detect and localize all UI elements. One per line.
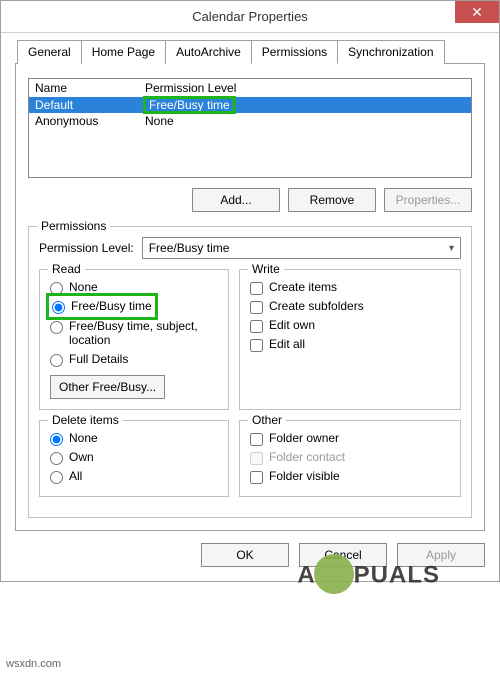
checkbox-icon[interactable] bbox=[250, 433, 263, 446]
tab-general[interactable]: General bbox=[17, 40, 82, 64]
add-button[interactable]: Add... bbox=[192, 188, 280, 212]
delete-other-groups: Delete items None Own All bbox=[39, 420, 461, 497]
checkbox-icon[interactable] bbox=[250, 320, 263, 333]
permissions-fieldset: Permissions Permission Level: Free/Busy … bbox=[28, 226, 472, 518]
list-header: Name Permission Level bbox=[29, 79, 471, 97]
header-name: Name bbox=[35, 81, 145, 95]
write-create-items-check[interactable]: Create items bbox=[250, 278, 450, 297]
dialog-buttons: OK Cancel Apply bbox=[15, 543, 485, 567]
other-folder-owner-check[interactable]: Folder owner bbox=[250, 429, 450, 448]
radio-icon[interactable] bbox=[50, 452, 63, 465]
highlight-freebusy: Free/Busy time bbox=[50, 297, 154, 316]
delete-own-radio[interactable]: Own bbox=[50, 448, 218, 467]
cancel-button[interactable]: Cancel bbox=[299, 543, 387, 567]
radio-icon[interactable] bbox=[50, 471, 63, 484]
other-folder-visible-check[interactable]: Folder visible bbox=[250, 467, 450, 486]
write-group: Write Create items Create subfolders Edi… bbox=[239, 269, 461, 410]
permission-level-dropdown[interactable]: Free/Busy time ▾ bbox=[142, 237, 461, 259]
remove-button[interactable]: Remove bbox=[288, 188, 376, 212]
delete-group: Delete items None Own All bbox=[39, 420, 229, 497]
delete-legend: Delete items bbox=[48, 413, 123, 427]
read-freebusy-subject-radio[interactable]: Free/Busy time, subject, location bbox=[50, 317, 218, 350]
write-create-subfolders-check[interactable]: Create subfolders bbox=[250, 297, 450, 316]
other-group: Other Folder owner Folder contact Folder… bbox=[239, 420, 461, 497]
permission-level-row: Permission Level: Free/Busy time ▾ bbox=[39, 237, 461, 259]
dialog-content: General Home Page AutoArchive Permission… bbox=[1, 33, 499, 581]
read-freebusy-radio[interactable]: Free/Busy time bbox=[52, 297, 152, 316]
other-legend: Other bbox=[248, 413, 286, 427]
permissions-listbox[interactable]: Name Permission Level Default Free/Busy … bbox=[28, 78, 472, 178]
close-button[interactable]: ✕ bbox=[455, 1, 499, 23]
checkbox-icon[interactable] bbox=[250, 471, 263, 484]
radio-icon[interactable] bbox=[52, 301, 65, 314]
permissions-legend: Permissions bbox=[37, 219, 110, 233]
read-full-details-radio[interactable]: Full Details bbox=[50, 350, 218, 369]
checkbox-icon[interactable] bbox=[250, 339, 263, 352]
list-row-anonymous[interactable]: Anonymous None bbox=[29, 113, 471, 129]
chevron-down-icon: ▾ bbox=[449, 243, 454, 254]
read-group: Read None Free/Busy time bbox=[39, 269, 229, 410]
header-level: Permission Level bbox=[145, 81, 465, 95]
window-title: Calendar Properties bbox=[192, 9, 308, 24]
write-edit-own-check[interactable]: Edit own bbox=[250, 316, 450, 335]
tab-permissions[interactable]: Permissions bbox=[251, 40, 338, 64]
cell-level: Free/Busy time bbox=[145, 98, 234, 112]
apply-button: Apply bbox=[397, 543, 485, 567]
list-row-default[interactable]: Default Free/Busy time bbox=[29, 97, 471, 113]
ok-button[interactable]: OK bbox=[201, 543, 289, 567]
read-legend: Read bbox=[48, 262, 85, 276]
write-edit-all-check[interactable]: Edit all bbox=[250, 335, 450, 354]
tab-body-permissions: Name Permission Level Default Free/Busy … bbox=[15, 64, 485, 531]
tab-home-page[interactable]: Home Page bbox=[81, 40, 166, 64]
radio-icon[interactable] bbox=[50, 354, 63, 367]
read-write-groups: Read None Free/Busy time bbox=[39, 269, 461, 410]
cell-level: None bbox=[145, 114, 465, 128]
list-buttons-row: Add... Remove Properties... bbox=[28, 188, 472, 212]
tab-autoarchive[interactable]: AutoArchive bbox=[165, 40, 252, 64]
radio-icon[interactable] bbox=[50, 321, 63, 334]
checkbox-icon[interactable] bbox=[250, 282, 263, 295]
tab-strip: General Home Page AutoArchive Permission… bbox=[15, 39, 485, 64]
other-freebusy-button[interactable]: Other Free/Busy... bbox=[50, 375, 165, 399]
properties-button: Properties... bbox=[384, 188, 472, 212]
checkbox-icon[interactable] bbox=[250, 301, 263, 314]
read-none-radio[interactable]: None bbox=[50, 278, 218, 297]
radio-icon[interactable] bbox=[50, 433, 63, 446]
write-legend: Write bbox=[248, 262, 284, 276]
radio-icon[interactable] bbox=[50, 282, 63, 295]
cell-name: Default bbox=[35, 98, 145, 112]
cell-name: Anonymous bbox=[35, 114, 145, 128]
delete-all-radio[interactable]: All bbox=[50, 467, 218, 486]
watermark-url: wsxdn.com bbox=[6, 658, 61, 670]
titlebar: Calendar Properties ✕ bbox=[1, 1, 499, 33]
dropdown-value: Free/Busy time bbox=[149, 241, 230, 255]
close-icon: ✕ bbox=[471, 4, 483, 21]
delete-none-radio[interactable]: None bbox=[50, 429, 218, 448]
other-folder-contact-check: Folder contact bbox=[250, 448, 450, 467]
permission-level-label: Permission Level: bbox=[39, 241, 134, 255]
dialog-window: Calendar Properties ✕ General Home Page … bbox=[0, 0, 500, 582]
tab-synchronization[interactable]: Synchronization bbox=[337, 40, 444, 64]
checkbox-icon bbox=[250, 452, 263, 465]
